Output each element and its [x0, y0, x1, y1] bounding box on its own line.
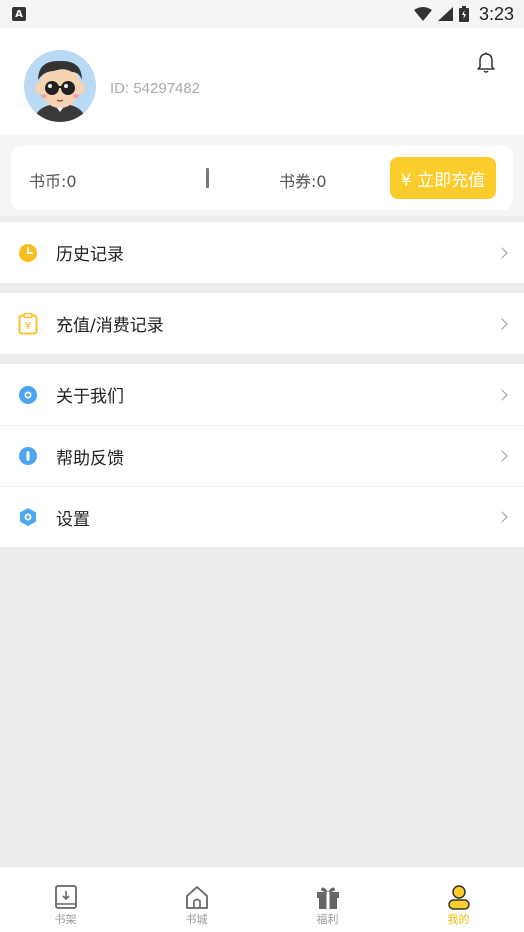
- nav-label-bookshelf: 书架: [54, 913, 77, 926]
- battery-icon: [458, 6, 469, 22]
- clock: 3:23: [478, 3, 514, 24]
- chevron-right-icon: [496, 450, 508, 462]
- clock-icon: [18, 243, 38, 263]
- status-bar: A 3:23: [0, 0, 524, 28]
- wallet-divider: [206, 168, 209, 188]
- menu-item-help[interactable]: 帮助反馈: [0, 425, 524, 486]
- svg-text:¥: ¥: [25, 321, 31, 332]
- book-vouchers: 书券:0: [279, 172, 327, 191]
- menu-group-history: 历史记录: [0, 222, 524, 283]
- smiley-icon: [18, 385, 38, 405]
- home-icon: [185, 886, 208, 909]
- chevron-right-icon: [496, 511, 508, 523]
- signal-icon: [437, 7, 453, 21]
- screen: A 3:23 ID: 54297482 书币:0 书券:0 ¥ 立即充值 历史记…: [0, 0, 524, 932]
- menu-group-records: ¥ 充值/消费记录: [0, 293, 524, 354]
- chevron-right-icon: [496, 317, 508, 330]
- book-coins: 书币:0: [29, 172, 77, 191]
- wallet-section: 书币:0 书券:0 ¥ 立即充值: [0, 134, 524, 216]
- menu-item-records[interactable]: ¥ 充值/消费记录: [0, 293, 524, 354]
- nav-label-welfare: 福利: [316, 913, 339, 926]
- wallet-card: 书币:0 书券:0 ¥ 立即充值: [11, 146, 513, 210]
- menu-group-misc: 关于我们 帮助反馈 设置: [0, 364, 524, 547]
- avatar-face-icon: [24, 50, 96, 122]
- bottom-nav: 书架 书城 福利 我的: [0, 866, 524, 932]
- gear-icon: [18, 507, 38, 527]
- user-icon: [447, 885, 470, 910]
- nav-label-bookstore: 书城: [185, 913, 208, 926]
- nav-bookshelf[interactable]: 书架: [0, 867, 131, 932]
- menu-label-about: 关于我们: [56, 387, 124, 407]
- menu-label-records: 充值/消费记录: [56, 316, 164, 336]
- menu-item-settings[interactable]: 设置: [0, 486, 524, 547]
- profile-header: ID: 54297482: [0, 28, 524, 134]
- avatar[interactable]: [24, 50, 96, 122]
- book-download-icon: [54, 885, 77, 909]
- menu-label-history: 历史记录: [56, 245, 124, 265]
- info-icon: [18, 446, 38, 466]
- recharge-button[interactable]: ¥ 立即充值: [390, 157, 496, 199]
- gift-icon: [316, 887, 339, 909]
- menu-label-settings: 设置: [56, 509, 90, 530]
- wifi-icon: [413, 7, 432, 21]
- notification-a-icon: A: [12, 7, 26, 21]
- nav-mine[interactable]: 我的: [393, 867, 524, 932]
- chevron-right-icon: [496, 246, 508, 259]
- menu-item-about[interactable]: 关于我们: [0, 364, 524, 425]
- menu-item-history[interactable]: 历史记录: [0, 222, 524, 283]
- nav-welfare[interactable]: 福利: [262, 867, 393, 932]
- chevron-right-icon: [496, 388, 508, 401]
- bell-icon[interactable]: [476, 52, 496, 74]
- menu-label-help: 帮助反馈: [56, 448, 124, 469]
- receipt-icon: ¥: [18, 312, 38, 334]
- nav-bookstore[interactable]: 书城: [131, 867, 262, 932]
- user-id: ID: 54297482: [110, 80, 201, 97]
- nav-label-mine: 我的: [447, 913, 470, 926]
